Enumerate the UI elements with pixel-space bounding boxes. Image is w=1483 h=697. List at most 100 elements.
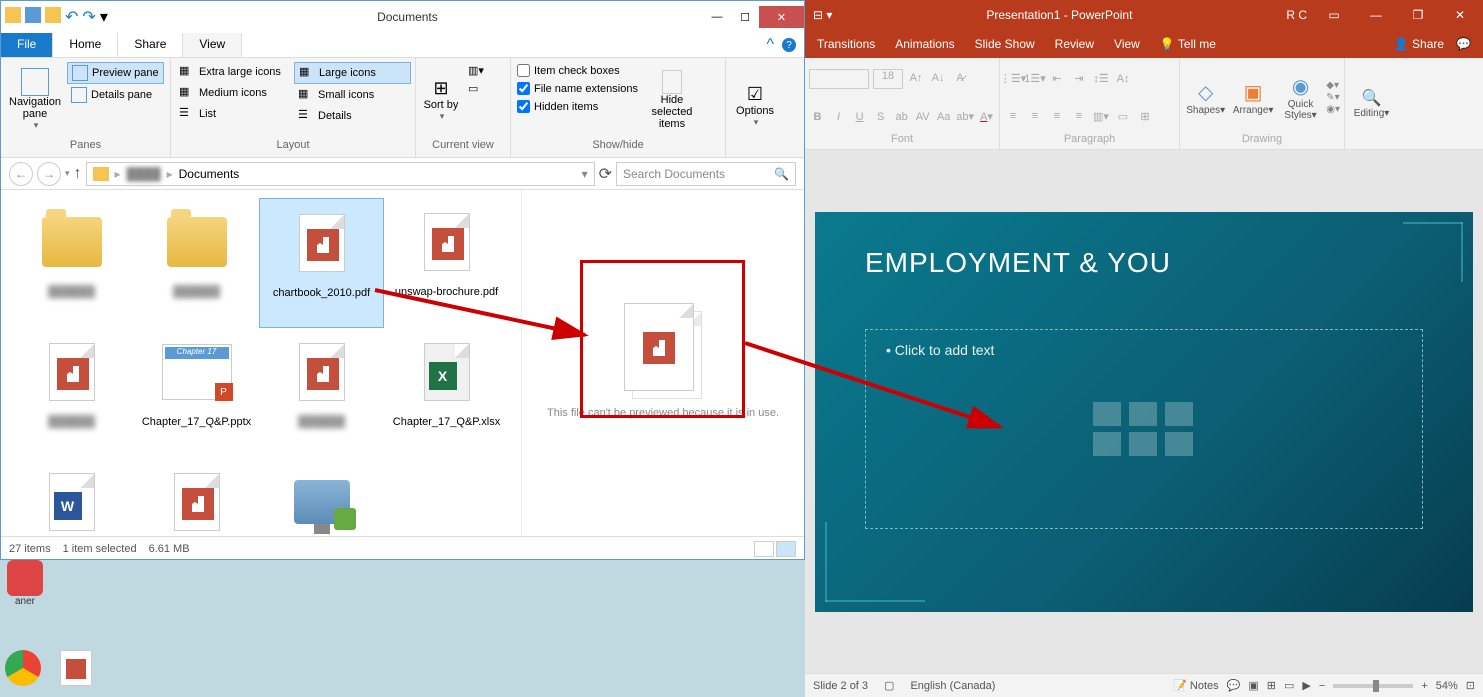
maximize-button[interactable]: ☐: [731, 6, 759, 28]
font-size-combo[interactable]: 18: [873, 69, 903, 89]
hidden-items[interactable]: Hidden items: [515, 98, 640, 115]
recent-dropdown[interactable]: ▾: [65, 168, 70, 179]
case-icon[interactable]: Aa: [935, 108, 952, 126]
editing-button[interactable]: 🔍 Editing▾: [1349, 88, 1394, 119]
tab-file[interactable]: File: [1, 33, 53, 57]
content-placeholder[interactable]: • Click to add text: [865, 329, 1423, 529]
columns-icon[interactable]: ▥▾: [1092, 107, 1110, 125]
file-item[interactable]: W██████: [9, 458, 134, 536]
notes-button[interactable]: 📝 Notes: [1173, 679, 1219, 692]
tab-tellme[interactable]: 💡 Tell me: [1160, 37, 1216, 51]
filename-ext-cb[interactable]: [517, 82, 530, 95]
details-pane-button[interactable]: Details pane: [67, 85, 164, 105]
comments-icon[interactable]: 💬: [1456, 37, 1471, 51]
strike-icon[interactable]: S: [872, 108, 889, 126]
zoom-level[interactable]: 54%: [1436, 680, 1458, 692]
zoom-out-button[interactable]: −: [1319, 680, 1325, 692]
layout-sm-icons[interactable]: ▦Small icons: [294, 85, 411, 105]
quick-styles-button[interactable]: ◉Quick Styles▾: [1279, 74, 1322, 121]
tab-view[interactable]: View: [183, 33, 242, 57]
highlight-icon[interactable]: ab▾: [956, 108, 974, 126]
hide-selected-button[interactable]: Hide selected items: [642, 62, 702, 137]
shapes-button[interactable]: ◇Shapes▾: [1184, 80, 1227, 116]
slide-canvas-area[interactable]: EMPLOYMENT & YOU • Click to add text: [805, 150, 1483, 673]
qat-redo-icon[interactable]: ↷: [82, 7, 95, 27]
sort-by-button[interactable]: ⊞ Sort by▾: [420, 62, 462, 137]
file-grid[interactable]: ████████████chartbook_2010.pdfunswap-bro…: [1, 190, 521, 536]
close-button[interactable]: ✕: [759, 6, 804, 28]
item-checkboxes-cb[interactable]: [517, 64, 530, 77]
insert-picture-icon[interactable]: [1093, 432, 1121, 456]
desktop-icon-ccleaner[interactable]: aner: [0, 560, 50, 607]
tab-transitions[interactable]: Transitions: [817, 37, 875, 51]
insert-video-icon[interactable]: [1165, 432, 1193, 456]
align-text-icon[interactable]: ▭: [1114, 107, 1132, 125]
up-button[interactable]: ↑: [74, 165, 82, 183]
hidden-items-cb[interactable]: [517, 100, 530, 113]
grow-font-icon[interactable]: A↑: [907, 69, 925, 87]
zoom-slider[interactable]: [1333, 684, 1413, 688]
normal-view-icon[interactable]: ▣: [1248, 679, 1258, 692]
refresh-button[interactable]: ⟳: [599, 164, 612, 184]
qat-save-icon[interactable]: [25, 7, 41, 23]
arrange-button[interactable]: ▣Arrange▾: [1231, 80, 1274, 116]
bold-icon[interactable]: B: [809, 108, 826, 126]
comments-button[interactable]: 💬: [1227, 679, 1241, 692]
line-spacing-icon[interactable]: ↕☰: [1092, 70, 1110, 88]
file-item[interactable]: ██████: [9, 198, 134, 328]
item-checkboxes[interactable]: Item check boxes: [515, 62, 640, 79]
slideshow-view-icon[interactable]: ▶: [1302, 679, 1310, 692]
tab-animations[interactable]: Animations: [895, 37, 954, 51]
layout-details[interactable]: ☰Details: [294, 106, 411, 126]
align-center-icon[interactable]: ≡: [1026, 107, 1044, 125]
minimize-button[interactable]: —: [1361, 8, 1391, 22]
file-item[interactable]: ██████: [259, 328, 384, 458]
tab-home[interactable]: Home: [53, 33, 118, 57]
insert-table-icon[interactable]: [1093, 402, 1121, 426]
shape-outline-icon[interactable]: ✎▾: [1326, 92, 1340, 103]
file-item[interactable]: XChapter_17_Q&P.xlsx: [384, 328, 509, 458]
forward-button[interactable]: →: [37, 162, 61, 186]
breadcrumb[interactable]: ▸ ████ ▸ Documents ▾: [86, 162, 595, 186]
shadow-icon[interactable]: ab: [893, 108, 910, 126]
justify-icon[interactable]: ≡: [1070, 107, 1088, 125]
file-item[interactable]: ██████: [134, 458, 259, 536]
options-button[interactable]: ☑ Options▾: [730, 62, 780, 149]
font-color-icon[interactable]: A▾: [978, 108, 995, 126]
size-columns-button[interactable]: ▭: [464, 80, 488, 97]
sorter-view-icon[interactable]: ⊞: [1267, 679, 1276, 692]
underline-icon[interactable]: U: [851, 108, 868, 126]
qat-folder-icon[interactable]: [45, 7, 61, 23]
bullets-icon[interactable]: ⋮☰▾: [1004, 70, 1022, 88]
language[interactable]: English (Canada): [910, 680, 995, 692]
indent-less-icon[interactable]: ⇤: [1048, 70, 1066, 88]
file-item[interactable]: ██████: [9, 328, 134, 458]
slide[interactable]: EMPLOYMENT & YOU • Click to add text: [815, 212, 1473, 612]
navigation-pane-button[interactable]: Navigation pane▾: [5, 62, 65, 137]
details-view-button[interactable]: [754, 541, 774, 557]
layout-xl-icons[interactable]: ▦Extra large icons: [175, 62, 292, 82]
italic-icon[interactable]: I: [830, 108, 847, 126]
insert-chart-icon[interactable]: [1129, 402, 1157, 426]
close-button[interactable]: ✕: [1445, 8, 1475, 22]
qat-undo-icon[interactable]: ↶: [65, 7, 78, 27]
bullet-text[interactable]: • Click to add text: [886, 342, 1402, 358]
indent-more-icon[interactable]: ⇥: [1070, 70, 1088, 88]
back-button[interactable]: ←: [9, 162, 33, 186]
align-right-icon[interactable]: ≡: [1048, 107, 1066, 125]
preview-pane-button[interactable]: Preview pane: [67, 62, 164, 84]
desktop-icon-chrome[interactable]: [5, 650, 41, 686]
ribbon-options-icon[interactable]: ▭: [1319, 8, 1349, 22]
file-item[interactable]: ██████: [259, 458, 384, 536]
spacing-icon[interactable]: AV: [914, 108, 931, 126]
slide-title[interactable]: EMPLOYMENT & YOU: [865, 247, 1423, 279]
restore-button[interactable]: ❐: [1403, 8, 1433, 22]
numbering-icon[interactable]: 1☰▾: [1026, 70, 1044, 88]
filename-ext[interactable]: File name extensions: [515, 80, 640, 97]
tab-view[interactable]: View: [1114, 37, 1140, 51]
text-direction-icon[interactable]: A↕: [1114, 70, 1132, 88]
layout-md-icons[interactable]: ▦Medium icons: [175, 83, 292, 103]
ribbon-collapse-icon[interactable]: ^: [766, 36, 774, 54]
shape-fill-icon[interactable]: ◆▾: [1326, 80, 1340, 91]
tab-review[interactable]: Review: [1055, 37, 1094, 51]
